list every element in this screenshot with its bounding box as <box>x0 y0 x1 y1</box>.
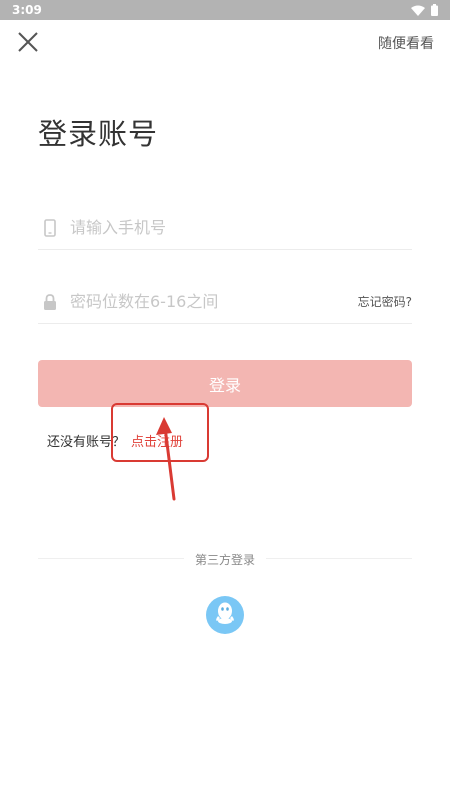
password-input[interactable] <box>70 286 358 317</box>
phone-field <box>38 206 412 250</box>
lock-icon <box>40 291 60 313</box>
phone-input[interactable] <box>70 212 412 243</box>
password-field: 忘记密码? <box>38 280 412 324</box>
phone-icon <box>40 217 60 239</box>
login-button[interactable]: 登录 <box>38 360 412 407</box>
status-icons <box>411 1 438 20</box>
browse-link[interactable]: 随便看看 <box>378 33 434 53</box>
close-button[interactable] <box>14 30 42 58</box>
status-time: 3:09 <box>12 3 42 17</box>
battery-icon <box>431 1 438 20</box>
login-page: 3:09 随便看看 登录账号 请输入手机号 忘记密码? 登录 还没有账号？ 点击… <box>0 0 450 800</box>
status-bar: 3:09 <box>0 0 450 20</box>
wifi-icon <box>411 1 425 20</box>
annotation-arrow-icon <box>156 417 176 501</box>
forgot-password-link[interactable]: 忘记密码? <box>358 293 412 310</box>
page-title: 登录账号 <box>38 117 159 151</box>
close-icon <box>17 31 39 57</box>
qq-login-button[interactable] <box>206 596 244 634</box>
third-party-label: 第三方登录 <box>194 553 255 567</box>
qq-icon <box>214 601 236 629</box>
